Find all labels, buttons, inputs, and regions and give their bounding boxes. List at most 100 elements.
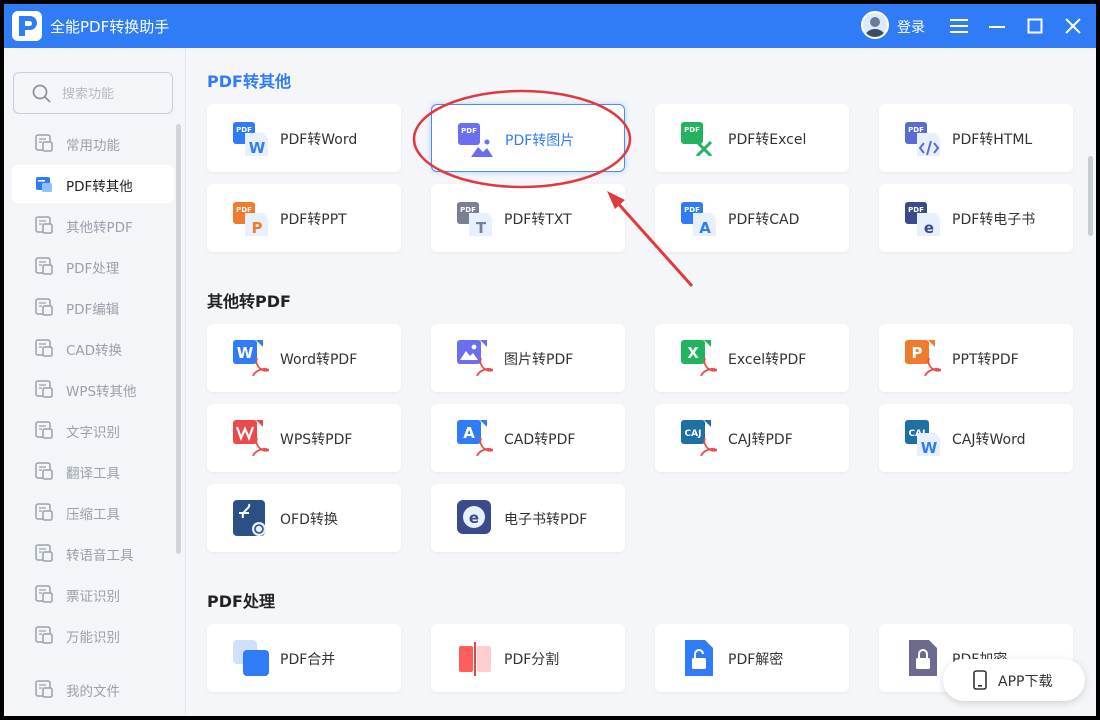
sidebar-item-label: 票证识别 — [66, 589, 120, 605]
tool-card[interactable]: PDF分割 — [431, 624, 625, 692]
sidebar-item[interactable]: 万能识别 — [12, 616, 174, 654]
title-bar: 全能PDF转换助手 登录 — [4, 4, 1096, 48]
app-title: 全能PDF转换助手 — [50, 18, 170, 36]
tool-card[interactable]: PDF PDF转HTML — [879, 104, 1073, 172]
sidebar-item[interactable]: 压缩工具 — [12, 493, 174, 531]
image-to-pdf-icon — [457, 340, 493, 376]
tool-card-label: PDF合并 — [280, 652, 336, 668]
app-download-button[interactable]: APP下载 — [943, 659, 1085, 701]
icon-glyph: W — [237, 344, 254, 362]
sidebar-item-label: CAD转换 — [66, 343, 123, 359]
pdf-process-icon — [35, 257, 53, 275]
other-to-pdf-icon — [35, 216, 53, 234]
sidebar-item[interactable]: CAD转换 — [12, 329, 174, 367]
maximize-icon[interactable] — [1023, 14, 1047, 38]
sidebar-item[interactable]: PDF转其他 — [12, 165, 174, 203]
tool-card[interactable]: CAJW CAJ转Word — [879, 404, 1073, 472]
tool-card-label: PDF分割 — [504, 652, 560, 668]
sidebar-item[interactable]: 常用功能 — [12, 124, 174, 162]
sidebar-item[interactable]: 其他转PDF — [12, 206, 174, 244]
tool-card[interactable]: PDF T PDF转TXT — [431, 184, 625, 252]
sidebar-scrollbar[interactable] — [176, 124, 181, 554]
app-logo-icon — [12, 11, 42, 41]
tool-card[interactable]: PDF e PDF转电子书 — [879, 184, 1073, 252]
sidebar-item[interactable]: PDF编辑 — [12, 288, 174, 326]
tool-card[interactable]: e 电子书转PDF — [431, 484, 625, 552]
tool-card-label: WPS转PDF — [280, 432, 353, 448]
minimize-icon[interactable] — [985, 14, 1009, 38]
tool-card[interactable]: PDF PDF转图片 — [431, 104, 625, 172]
tool-card[interactable]: PDF PDF转Excel — [655, 104, 849, 172]
tool-card[interactable]: X Excel转PDF — [655, 324, 849, 392]
sidebar-item[interactable]: 翻译工具 — [12, 452, 174, 490]
app-window: 全能PDF转换助手 登录 常用功能 PDF转其他 — [4, 4, 1096, 716]
tool-card[interactable]: PDF解密 — [655, 624, 849, 692]
section-title-pdf-process: PDF处理 — [207, 592, 275, 611]
ppt-to-pdf-icon: P — [905, 340, 941, 376]
tool-card-label: 图片转PDF — [504, 352, 574, 368]
sidebar-item[interactable]: 我的文件 — [12, 670, 174, 708]
tool-card[interactable]: PDF A PDF转CAD — [655, 184, 849, 252]
sidebar-item[interactable]: PDF处理 — [12, 247, 174, 285]
tool-card[interactable]: CAJ CAJ转PDF — [655, 404, 849, 472]
sidebar-item[interactable]: 文字识别 — [12, 411, 174, 449]
sidebar-item[interactable]: 票证识别 — [12, 575, 174, 613]
caj-to-pdf-icon: CAJ — [681, 420, 717, 456]
menu-icon[interactable] — [947, 14, 971, 38]
wps-to-pdf-icon — [233, 420, 269, 456]
icon-glyph: T — [476, 219, 487, 236]
pdf-encrypt-icon — [909, 640, 937, 676]
icon-glyph: PDF — [461, 127, 477, 135]
tool-card-label: PPT转PDF — [952, 352, 1019, 368]
ofd-convert-icon — [233, 500, 266, 536]
tool-card[interactable]: 图片转PDF — [431, 324, 625, 392]
pdf-decrypt-icon — [685, 640, 713, 676]
pdf-to-ebook-icon: PDFe — [905, 202, 940, 236]
pdf-merge-icon — [233, 640, 269, 676]
tool-card[interactable]: WPS转PDF — [207, 404, 401, 472]
icon-glyph: PDF — [236, 206, 252, 214]
user-avatar[interactable] — [861, 11, 889, 39]
sidebar-item-label: 文字识别 — [66, 425, 120, 441]
icon-glyph: A — [699, 219, 711, 236]
search-box[interactable] — [13, 72, 173, 114]
tool-card[interactable]: OFD转换 — [207, 484, 401, 552]
caj-to-word-icon: CAJW — [905, 420, 940, 456]
login-button[interactable]: 登录 — [897, 17, 925, 37]
pdf-edit-icon — [35, 298, 53, 316]
tool-card-label: OFD转换 — [280, 512, 338, 528]
tool-card[interactable]: PDF合并 — [207, 624, 401, 692]
tool-card-label: PDF转图片 — [505, 133, 575, 149]
tool-card-label: PDF转PPT — [280, 212, 347, 228]
close-icon[interactable] — [1061, 14, 1085, 38]
ticket-recognition-icon — [35, 585, 53, 603]
tool-card[interactable]: P PPT转PDF — [879, 324, 1073, 392]
icon-glyph: P — [912, 344, 923, 362]
sidebar-item-label: 翻译工具 — [66, 466, 120, 482]
icon-glyph: PDF — [684, 126, 700, 134]
phone-icon — [973, 670, 987, 690]
sidebar-item[interactable]: 转语音工具 — [12, 534, 174, 572]
tool-card[interactable]: PDF P PDF转PPT — [207, 184, 401, 252]
sidebar-item-label: PDF转其他 — [66, 179, 133, 195]
tool-card[interactable]: PDF W PDF转Word — [207, 104, 401, 172]
tool-card[interactable]: W Word转PDF — [207, 324, 401, 392]
pdf-to-word-icon: PDF W — [233, 122, 268, 156]
tool-card-label: CAJ转PDF — [728, 432, 793, 448]
search-input[interactable] — [62, 83, 166, 105]
translate-icon — [35, 462, 53, 480]
sidebar: 常用功能 PDF转其他其他转PDF PDF处理 PDF编辑 CAD转换 WPS转其他文字识… — [4, 48, 186, 716]
tool-card-label: PDF转CAD — [728, 212, 800, 228]
my-files-icon — [35, 680, 53, 698]
icon-glyph: A — [463, 424, 475, 442]
text-to-speech-icon — [35, 544, 53, 562]
sidebar-item-label: 万能识别 — [66, 630, 120, 646]
main-scrollbar[interactable] — [1088, 156, 1093, 236]
pdf-to-ppt-icon: PDFP — [233, 202, 268, 236]
tool-card-label: Word转PDF — [280, 352, 358, 368]
tool-card[interactable]: A CAD转PDF — [431, 404, 625, 472]
sidebar-item[interactable]: WPS转其他 — [12, 370, 174, 408]
tool-card-label: CAD转PDF — [504, 432, 576, 448]
word-to-pdf-icon: W — [233, 340, 269, 376]
icon-glyph: PDF — [236, 126, 252, 134]
